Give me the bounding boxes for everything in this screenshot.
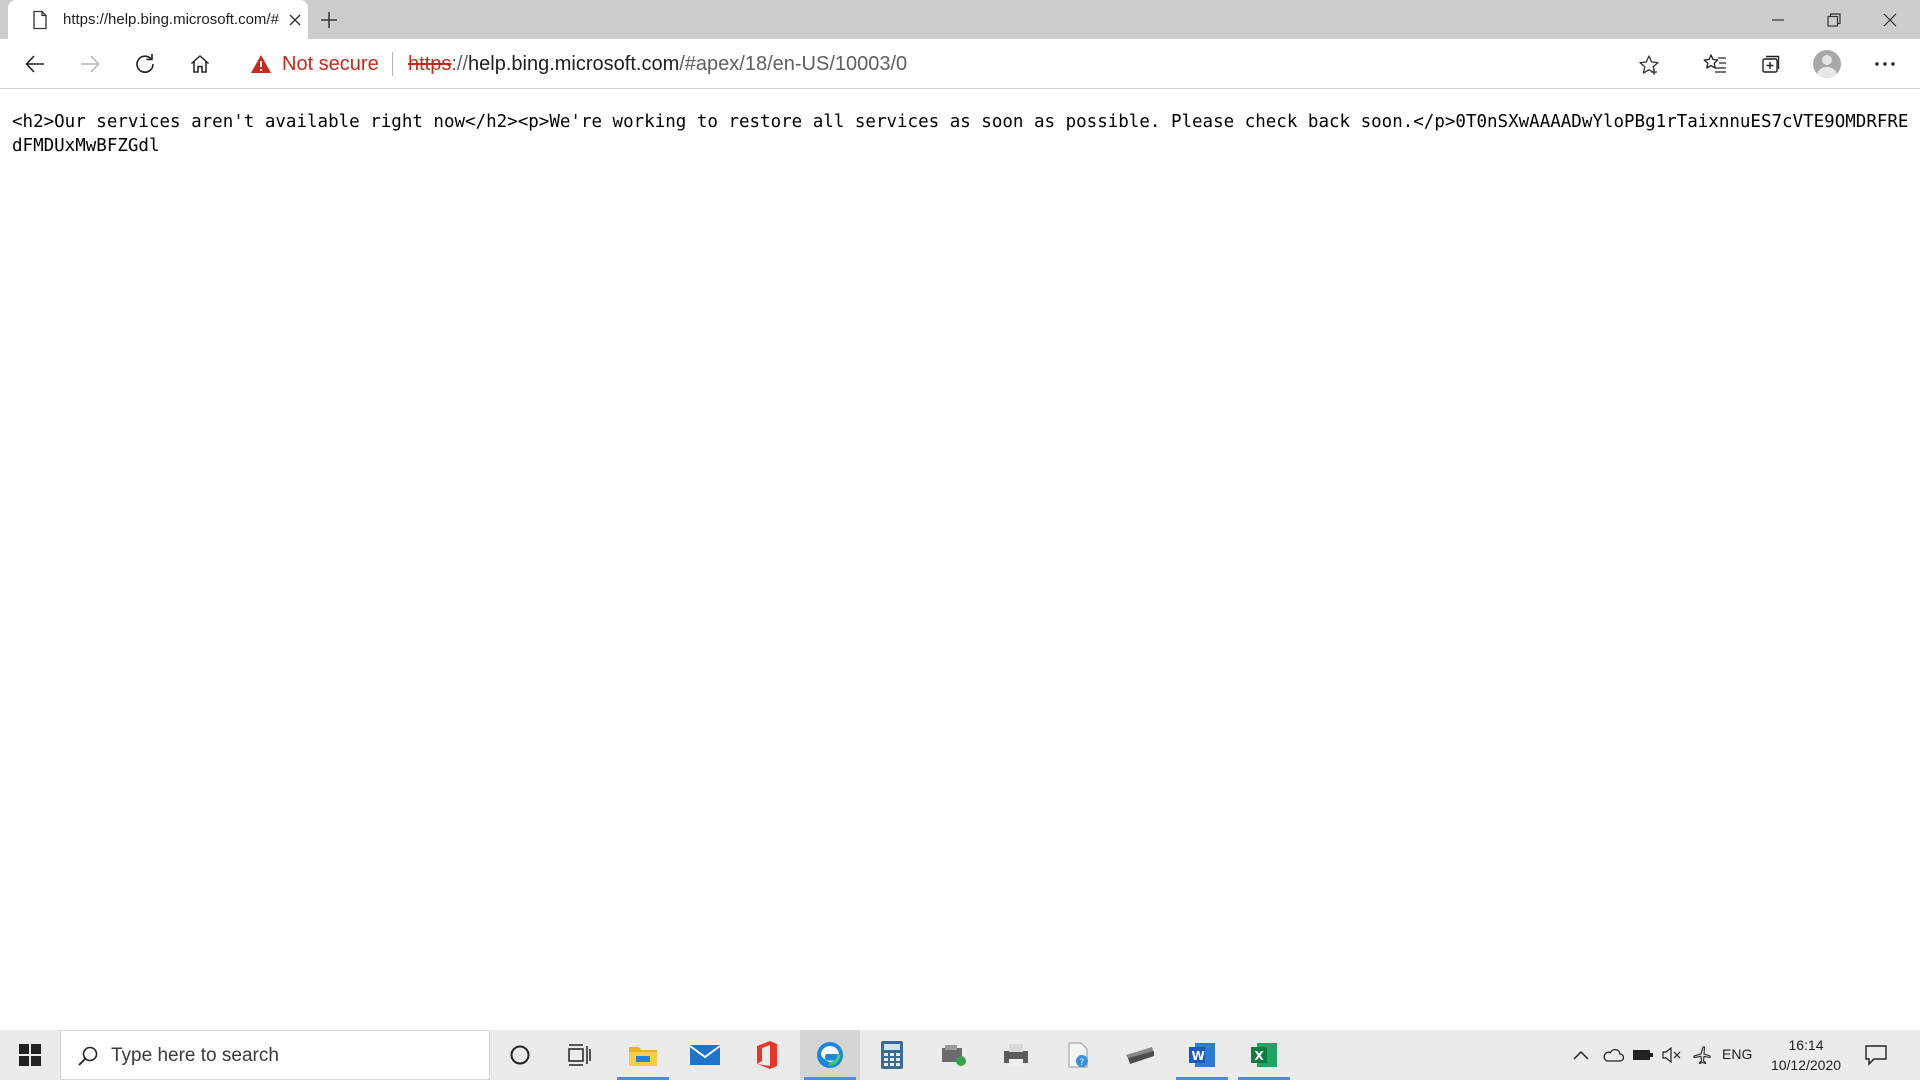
tab-strip: https://help.bing.microsoft.com/#apex/18… — [0, 0, 1920, 39]
notifications-icon[interactable] — [1862, 1041, 1890, 1069]
clock-time: 16:14 — [1788, 1037, 1824, 1053]
url-host: help.bing.microsoft.com — [468, 53, 680, 75]
mail-icon[interactable] — [675, 1030, 735, 1080]
browser-toolbar: Not secure https://help.bing.microsoft.c… — [0, 39, 1920, 89]
file-explorer-icon[interactable] — [613, 1030, 673, 1080]
close-window-button[interactable] — [1862, 0, 1918, 39]
address-bar[interactable]: Not secure https://help.bing.microsoft.c… — [236, 44, 1678, 84]
taskbar-search-box[interactable]: Type here to search — [60, 1030, 490, 1080]
profile-button[interactable] — [1812, 49, 1842, 79]
search-icon — [77, 1045, 99, 1067]
browser-tab[interactable]: https://help.bing.microsoft.com/#apex/18… — [8, 0, 308, 39]
svg-text:?: ? — [1080, 1058, 1085, 1068]
forward-button[interactable] — [75, 49, 105, 79]
volume-muted-icon[interactable] — [1660, 1042, 1684, 1068]
avatar — [1813, 50, 1841, 78]
url-separator: :// — [451, 53, 469, 75]
url-path: /#apex/18/en-US/10003/0 — [679, 53, 908, 75]
clock-date: 10/12/2020 — [1770, 1057, 1842, 1073]
excel-icon[interactable]: X — [1234, 1030, 1294, 1080]
restore-button[interactable] — [1806, 0, 1862, 39]
add-favorite-star-icon[interactable] — [1636, 52, 1662, 78]
url-text[interactable]: https://help.bing.microsoft.com/#apex/18… — [408, 53, 907, 76]
clock[interactable]: 16:14 10/12/2020 — [1764, 1035, 1848, 1075]
cortana-icon[interactable] — [490, 1030, 550, 1080]
app-printer-icon[interactable] — [986, 1030, 1046, 1080]
svg-text:X: X — [1255, 1049, 1265, 1063]
close-tab-icon[interactable] — [286, 11, 304, 29]
app-tool-icon[interactable] — [924, 1030, 984, 1080]
back-button[interactable] — [20, 49, 50, 79]
office-icon[interactable] — [737, 1030, 797, 1080]
word-icon[interactable]: W — [1172, 1030, 1232, 1080]
refresh-button[interactable] — [130, 49, 160, 79]
raw-response-text: <h2>Our services aren't available right … — [12, 112, 1909, 156]
more-options-button[interactable] — [1870, 49, 1900, 79]
page-content: <h2>Our services aren't available right … — [0, 90, 1920, 1030]
minimize-button[interactable] — [1750, 0, 1806, 39]
chevron-up-icon[interactable] — [1570, 1042, 1592, 1068]
taskbar: Type here to search ? W X ENG 16:14 10/1… — [0, 1030, 1920, 1080]
help-document-icon[interactable]: ? — [1048, 1030, 1108, 1080]
tab-title: https://help.bing.microsoft.com/#apex/18… — [63, 11, 279, 28]
collections-button[interactable] — [1756, 49, 1786, 79]
task-view-icon[interactable] — [550, 1030, 610, 1080]
svg-text:W: W — [1192, 1049, 1205, 1063]
security-label[interactable]: Not secure — [282, 53, 379, 76]
windows-logo-icon — [19, 1044, 41, 1066]
calculator-icon[interactable] — [862, 1030, 922, 1080]
app-scanner-icon[interactable] — [1110, 1030, 1170, 1080]
battery-icon[interactable] — [1630, 1042, 1656, 1068]
input-language[interactable]: ENG — [1722, 1046, 1752, 1062]
favorites-button[interactable] — [1700, 49, 1730, 79]
airplane-mode-icon[interactable] — [1690, 1042, 1714, 1068]
url-scheme: https — [408, 53, 452, 75]
start-button[interactable] — [0, 1030, 60, 1080]
edge-icon[interactable] — [800, 1030, 860, 1080]
warning-icon[interactable] — [250, 54, 272, 74]
page-icon — [30, 10, 50, 30]
home-button[interactable] — [185, 49, 215, 79]
search-placeholder: Type here to search — [111, 1045, 279, 1066]
new-tab-button[interactable] — [317, 8, 341, 32]
onedrive-cloud-icon[interactable] — [1600, 1042, 1626, 1068]
divider — [392, 52, 393, 76]
